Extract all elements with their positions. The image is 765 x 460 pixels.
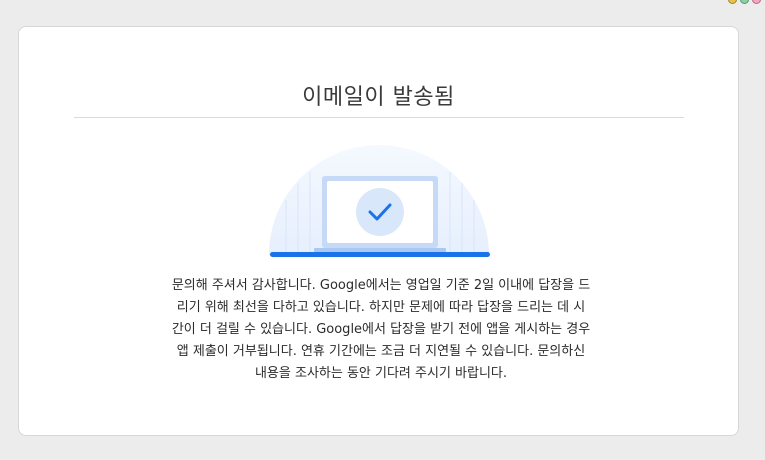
illustration-baseline: [270, 252, 490, 257]
message-line: 앱 제출이 거부됩니다. 연휴 기간에는 조금 더 지연될 수 있습니다. 문의…: [176, 344, 586, 359]
message-line: 간이 더 걸릴 수 있습니다. Google에서 답장을 받기 전에 앱을 게시…: [171, 322, 591, 337]
window-minimize-icon[interactable]: [728, 0, 737, 4]
message-line: 문의해 주셔서 감사합니다. Google에서는 영업일 기준 2일 이내에 답…: [171, 278, 591, 293]
laptop-checkmark-icon: [269, 145, 490, 257]
title-divider: [74, 117, 684, 118]
email-sent-card: 이메일이 발송됨 문의해 주셔서 감사합니다. Google에서는 영업일 기준…: [18, 26, 739, 436]
dialog-title: 이메일이 발송됨: [302, 85, 455, 110]
window-maximize-icon[interactable]: [740, 0, 749, 4]
window-close-icon[interactable]: [752, 0, 761, 4]
check-circle: [356, 188, 404, 236]
window-controls: [728, 0, 761, 4]
message-line: 내용을 조사하는 동안 기다려 주시기 바랍니다.: [254, 366, 508, 381]
message-line: 리기 위해 최선을 다하고 있습니다. 하지만 문제에 따라 답장을 드리는 데…: [176, 300, 586, 315]
confirmation-message: 문의해 주셔서 감사합니다. Google에서는 영업일 기준 2일 이내에 답…: [139, 275, 623, 385]
laptop-base: [314, 248, 446, 252]
